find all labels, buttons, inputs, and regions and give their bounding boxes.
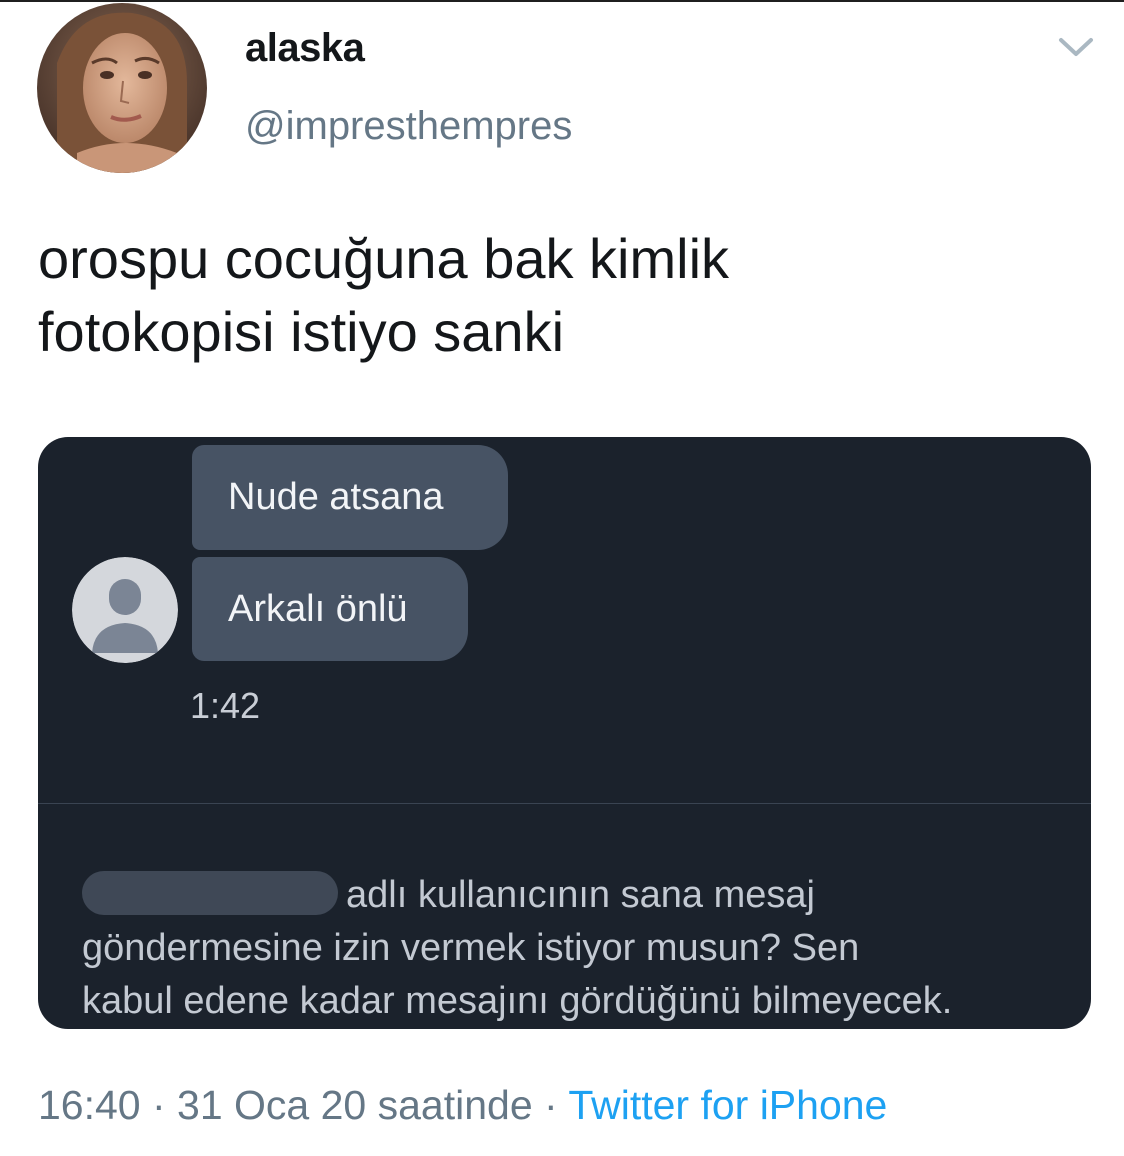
tweet-text-line: fotokopisi istiyo sanki bbox=[38, 300, 565, 363]
tweet-source-link[interactable]: Twitter for iPhone bbox=[568, 1082, 887, 1128]
tweet-screenshot: alaska @impresthempres orospu cocuğuna b… bbox=[0, 0, 1124, 1156]
message-time: 1:42 bbox=[190, 685, 261, 726]
display-name[interactable]: alaska bbox=[245, 26, 365, 71]
message-bubble: Nude atsana bbox=[192, 445, 508, 550]
message-request-text: adlı kullanıcının sana mesaj göndermesin… bbox=[82, 869, 1042, 1028]
tweet-text: orospu cocuğuna bak kimlik fotokopisi is… bbox=[38, 222, 1078, 368]
top-border bbox=[0, 0, 1124, 2]
user-handle[interactable]: @impresthempres bbox=[245, 104, 572, 149]
divider bbox=[38, 803, 1091, 804]
tweet-timestamp[interactable]: 16:40 · 31 Oca 20 saatinde · bbox=[38, 1082, 568, 1128]
redacted-username bbox=[82, 871, 338, 915]
request-line: kabul edene kadar mesajını gördüğünü bil… bbox=[82, 980, 953, 1022]
request-line: göndermesine izin vermek istiyor musun? … bbox=[82, 927, 860, 969]
request-line: adlı kullanıcının sana mesaj bbox=[82, 869, 1042, 922]
request-line-text: adlı kullanıcının sana mesaj bbox=[346, 874, 815, 916]
message-text: Nude atsana bbox=[228, 476, 444, 518]
tweet-text-line: orospu cocuğuna bak kimlik bbox=[38, 227, 730, 290]
chevron-down-icon[interactable] bbox=[1056, 34, 1096, 62]
tweet-meta: 16:40 · 31 Oca 20 saatinde · Twitter for… bbox=[38, 1082, 887, 1129]
message-text: Arkalı önlü bbox=[228, 587, 408, 630]
profile-avatar[interactable] bbox=[37, 3, 207, 173]
profile-photo bbox=[37, 3, 207, 173]
message-bubble: Arkalı önlü bbox=[192, 557, 468, 661]
tweet-media-image[interactable]: Nude atsana Arkalı önlü 1:42 adlı kullan… bbox=[38, 437, 1091, 1029]
default-user-icon bbox=[72, 557, 178, 663]
